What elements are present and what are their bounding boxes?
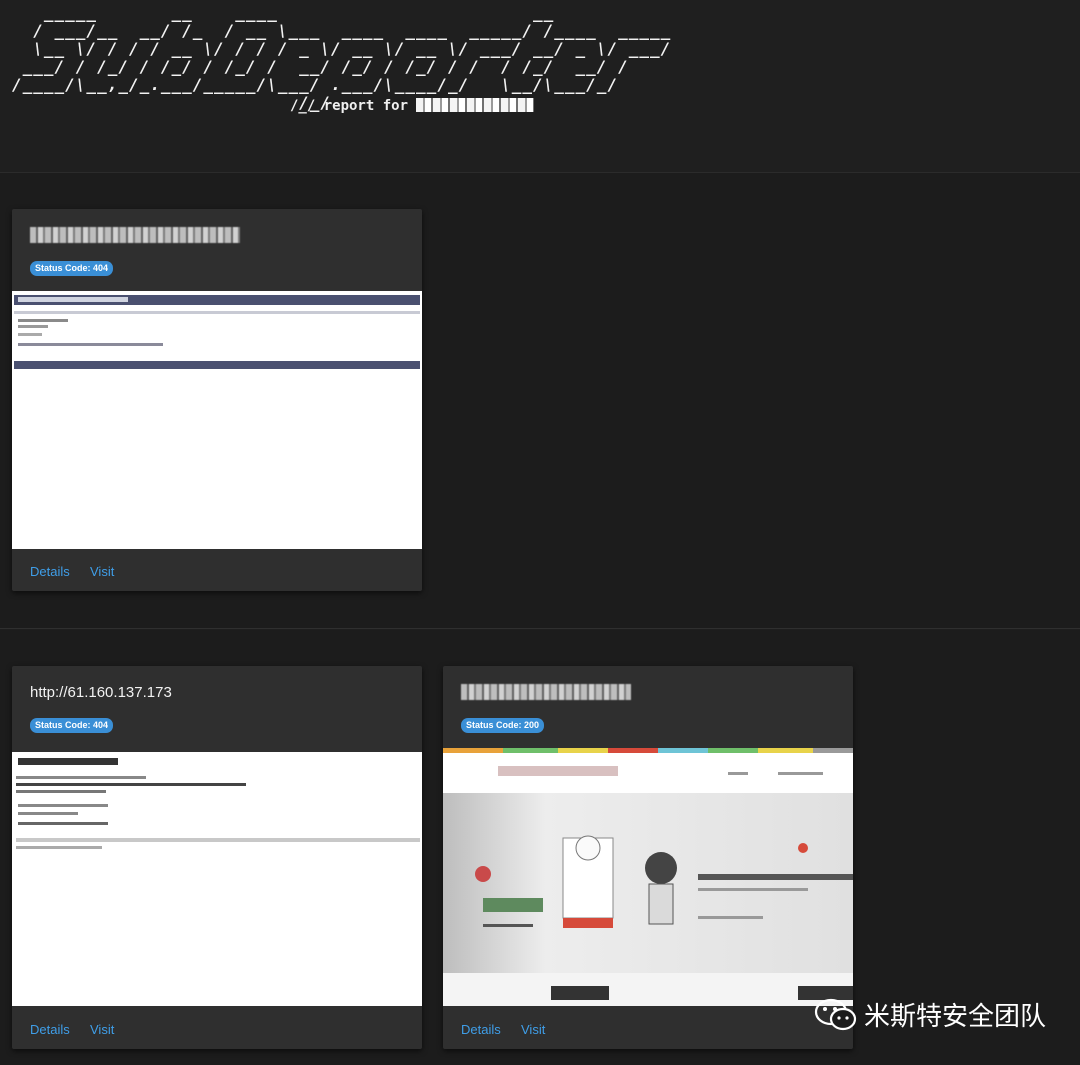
ascii-banner: _____ __ ____ __ / ___/__ __/ /_ / __ \_… — [12, 3, 672, 112]
page-screenshot[interactable] — [12, 291, 422, 549]
redacted-target — [416, 98, 535, 112]
wechat-icon — [814, 998, 857, 1030]
screenshot-thumbnail — [12, 291, 422, 549]
details-link[interactable]: Details — [30, 564, 70, 579]
screenshot-card: Status Code: 404 Details Visit — [12, 209, 422, 591]
watermark-text: 米斯特安全团队 — [863, 1002, 1046, 1032]
visit-link[interactable]: Visit — [90, 564, 114, 579]
screenshot-thumbnail — [12, 752, 422, 1006]
visit-link[interactable]: Visit — [521, 1022, 545, 1037]
page-screenshot[interactable] — [443, 748, 853, 1006]
screenshot-card: http://61.160.137.173 Status Code: 404 D… — [12, 666, 422, 1049]
card-title — [30, 227, 240, 243]
card-title — [461, 684, 631, 700]
report-prefix: /_/ report for — [290, 98, 417, 114]
details-link[interactable]: Details — [461, 1022, 501, 1037]
status-badge: Status Code: 404 — [30, 718, 114, 733]
visit-link[interactable]: Visit — [90, 1022, 114, 1037]
status-badge: Status Code: 200 — [461, 718, 545, 733]
status-badge: Status Code: 404 — [30, 261, 114, 276]
details-link[interactable]: Details — [30, 1022, 70, 1037]
report-subtitle: /_/ report for — [290, 98, 535, 114]
card-actions: Details Visit — [12, 551, 422, 591]
host-group-1: Status Code: 404 Details Visit — [0, 173, 1080, 629]
watermark: 米斯特安全团队 — [814, 996, 1046, 1033]
screenshot-thumbnail — [443, 748, 853, 1006]
card-title: http://61.160.137.173 — [30, 684, 172, 701]
card-actions: Details Visit — [443, 1009, 853, 1049]
report-header: _____ __ ____ __ / ___/__ __/ /_ / __ \_… — [0, 0, 1080, 173]
card-actions: Details Visit — [12, 1009, 422, 1049]
screenshot-card: Status Code: 200 Details Visit — [443, 666, 853, 1049]
page-screenshot[interactable] — [12, 752, 422, 1006]
